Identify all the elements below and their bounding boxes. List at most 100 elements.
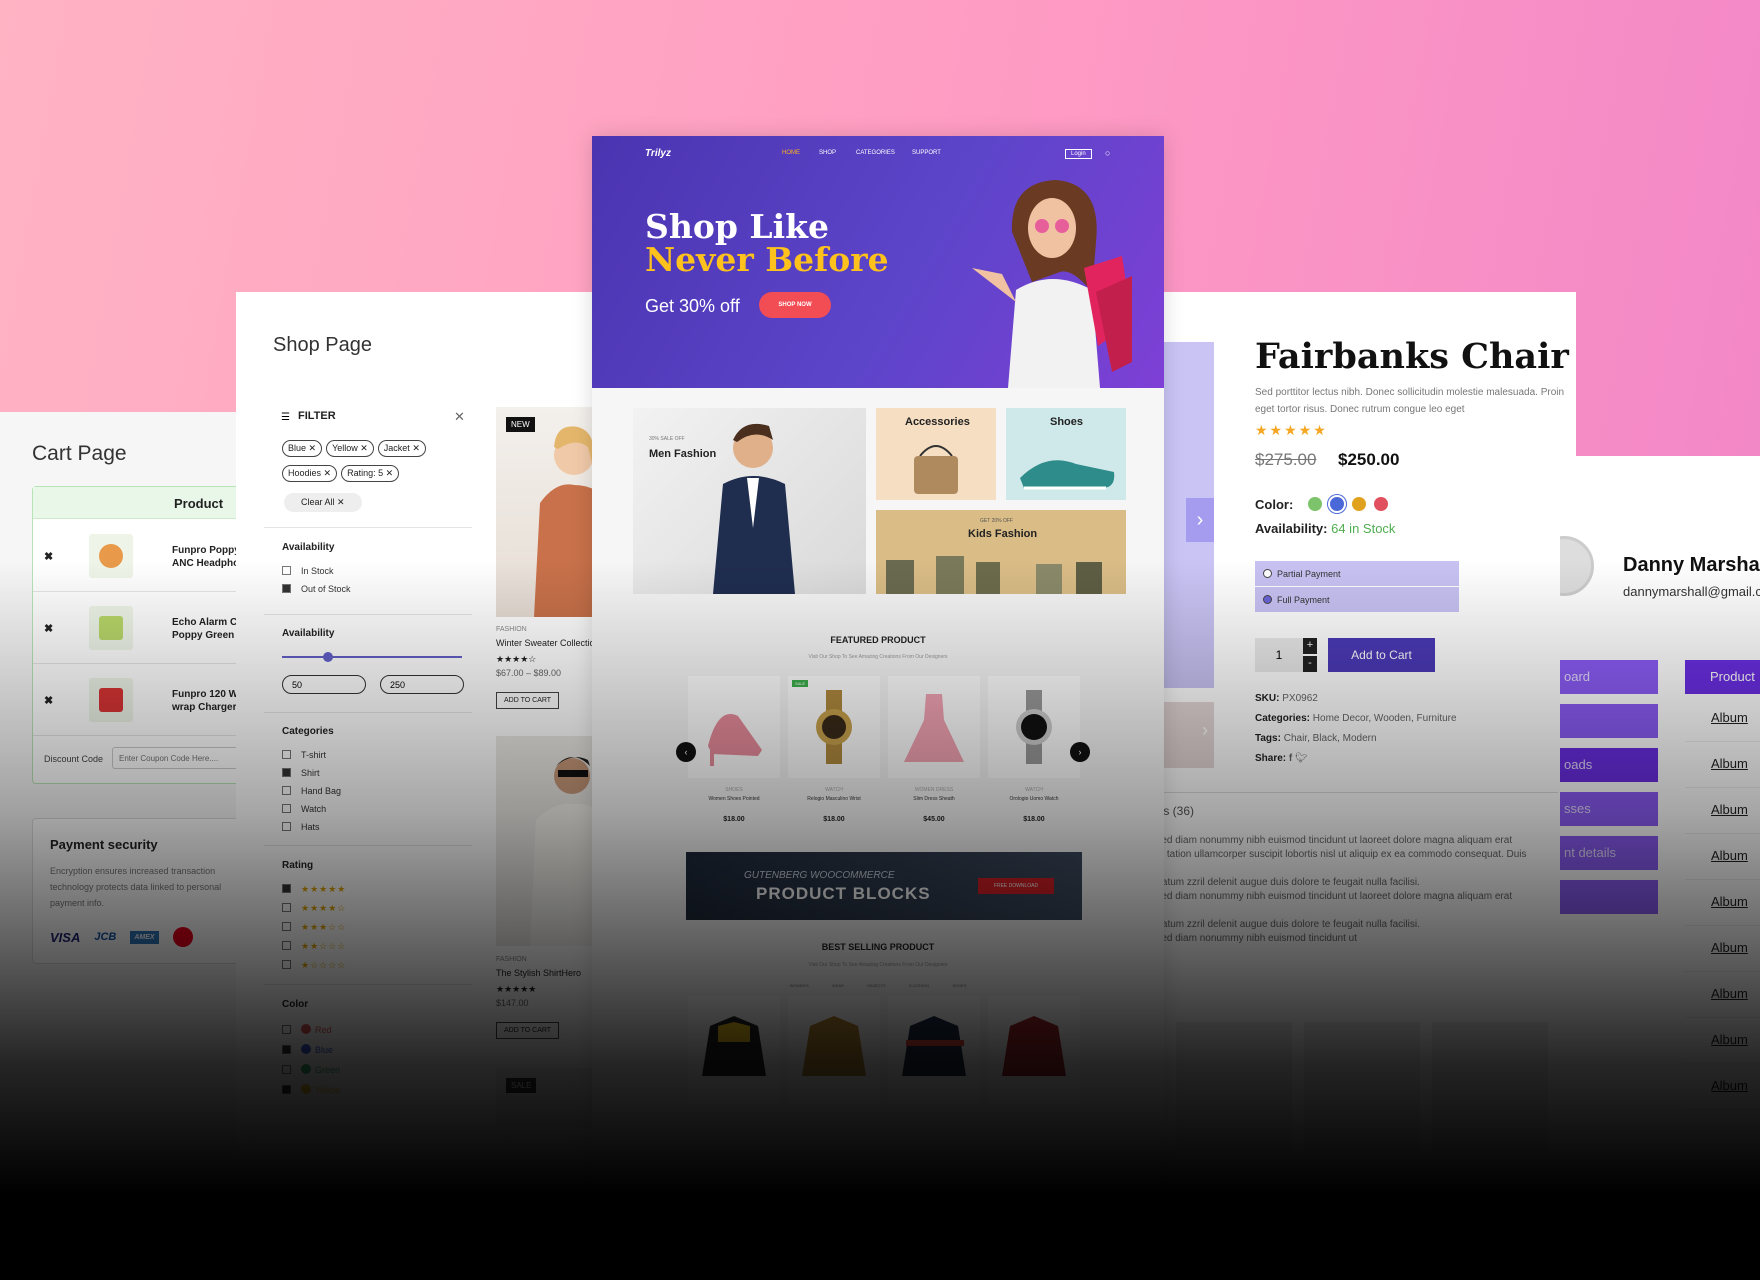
account-menu-item[interactable] (1560, 704, 1658, 738)
product-name[interactable]: Orologio Uomo Watch (988, 796, 1080, 802)
color-checkbox[interactable]: Yellow (282, 1084, 341, 1095)
related-product-plant[interactable] (1176, 1022, 1292, 1152)
album-link[interactable]: Album (1685, 880, 1760, 926)
radio[interactable] (1263, 595, 1272, 604)
twitter-icon[interactable]: 🐦︎ (1295, 753, 1308, 764)
remove-item-icon[interactable]: ✖ (44, 622, 53, 635)
best-product-card[interactable] (788, 996, 880, 1104)
checkbox[interactable] (282, 750, 291, 759)
best-product-card[interactable] (988, 996, 1080, 1104)
checkbox[interactable] (282, 1065, 291, 1074)
checkbox[interactable] (282, 1025, 291, 1034)
color-swatch-red[interactable] (1374, 497, 1388, 511)
related-product-chair[interactable] (1304, 1022, 1420, 1152)
coupon-input[interactable] (112, 747, 250, 769)
best-product-card[interactable] (688, 996, 780, 1104)
color-swatch-orange[interactable] (1352, 497, 1366, 511)
category-checkbox[interactable]: Hand Bag (282, 786, 341, 796)
availability-in-stock[interactable]: In Stock (282, 566, 334, 576)
remove-item-icon[interactable]: ✖ (44, 550, 53, 563)
checkbox[interactable] (282, 822, 291, 831)
rating-checkbox[interactable]: ★★☆☆☆ (282, 941, 346, 952)
filter-chip[interactable]: Hoodies ✕ (282, 465, 338, 482)
checkbox[interactable] (282, 1085, 291, 1094)
album-link[interactable]: Album (1685, 1018, 1760, 1064)
rating-checkbox[interactable]: ★★★★★ (282, 884, 346, 895)
gallery-next-arrow-icon[interactable]: › (1186, 498, 1214, 542)
price-slider-handle[interactable] (323, 652, 333, 662)
checkbox[interactable] (282, 584, 291, 593)
checkbox[interactable] (282, 804, 291, 813)
related-product-lamp[interactable] (1432, 1022, 1548, 1152)
filter-chip[interactable]: Blue ✕ (282, 440, 323, 457)
checkbox[interactable] (282, 903, 291, 912)
nav-home[interactable]: HOME (782, 150, 800, 156)
tags-value[interactable]: Chair, Black, Modern (1284, 733, 1377, 744)
kids-fashion-tile[interactable]: GET 20% OFF Kids Fashion (876, 510, 1126, 594)
login-button[interactable]: Login (1065, 149, 1092, 159)
add-to-cart-button[interactable]: ADD TO CART (496, 692, 560, 709)
promo-banner[interactable]: GUTENBERG WOOCOMMERCE PRODUCT BLOCKS FRE… (686, 852, 1082, 920)
price-min-input[interactable]: 50 (282, 675, 366, 694)
carousel-prev-icon[interactable]: ‹ (676, 742, 696, 762)
category-checkbox[interactable]: T-shirt (282, 750, 326, 760)
quantity-input[interactable]: 1 (1255, 638, 1303, 672)
album-link[interactable]: Album (1685, 696, 1760, 742)
checkbox[interactable] (282, 1045, 291, 1054)
album-link[interactable]: Album (1685, 1064, 1760, 1110)
album-link[interactable]: Album (1685, 834, 1760, 880)
clear-all-button[interactable]: Clear All ✕ (284, 493, 362, 512)
checkbox[interactable] (282, 768, 291, 777)
rating-checkbox[interactable]: ★★★☆☆ (282, 922, 346, 933)
category-checkbox[interactable]: Hats (282, 822, 320, 832)
add-to-cart-button[interactable]: ADD TO CART (496, 1022, 560, 1039)
category-checkbox[interactable]: Shirt (282, 768, 320, 778)
partial-payment-option[interactable]: Partial Payment (1255, 561, 1459, 586)
price-slider-track[interactable] (282, 656, 462, 658)
account-menu-item-active[interactable]: oads (1560, 748, 1658, 782)
quantity-increase-button[interactable]: + (1303, 638, 1317, 654)
rating-checkbox[interactable]: ★☆☆☆☆ (282, 960, 346, 971)
add-to-cart-button[interactable]: Add to Cart (1328, 638, 1435, 672)
remove-item-icon[interactable]: ✖ (44, 694, 53, 707)
featured-product-card[interactable] (888, 676, 980, 778)
checkbox[interactable] (282, 884, 291, 893)
product-name[interactable]: Women Shoes Pointed (688, 796, 780, 802)
album-link[interactable]: Album (1685, 742, 1760, 788)
featured-product-card[interactable] (988, 676, 1080, 778)
album-link[interactable]: Album (1685, 926, 1760, 972)
filter-chip[interactable]: Yellow ✕ (326, 440, 374, 457)
product-name[interactable]: The Stylish ShirtHero (496, 968, 581, 978)
product-name[interactable]: Slim Dress Sheath (888, 796, 980, 802)
filter-chip[interactable]: Jacket ✕ (377, 440, 426, 457)
best-selling-tabs[interactable]: WOMEN'S WEAR OBJECTS CLOTHING SHOES (592, 983, 1164, 988)
featured-product-card[interactable] (688, 676, 780, 778)
availability-out-of-stock[interactable]: Out of Stock (282, 584, 351, 594)
color-swatch-green[interactable] (1308, 497, 1322, 511)
account-menu-item[interactable]: sses (1560, 792, 1658, 826)
product-name[interactable]: Relogio Masculino Wrist (788, 796, 880, 802)
color-checkbox[interactable]: Green (282, 1064, 340, 1075)
facebook-icon[interactable]: f (1289, 753, 1292, 764)
checkbox[interactable] (282, 566, 291, 575)
product-name[interactable]: Winter Sweater Collection (496, 638, 600, 648)
thumb-next-icon[interactable]: › (1202, 720, 1208, 741)
color-swatch-blue[interactable] (1330, 497, 1344, 511)
nav-categories[interactable]: CATEGORIES (856, 150, 895, 156)
search-icon[interactable]: ○ (1105, 148, 1110, 158)
color-checkbox[interactable]: Blue (282, 1044, 333, 1055)
free-download-button[interactable]: FREE DOWNLOAD (978, 878, 1054, 894)
best-product-card[interactable] (888, 996, 980, 1104)
men-fashion-tile[interactable]: 30% SALE OFF Men Fashion (633, 408, 866, 594)
close-filter-icon[interactable]: ✕ (454, 409, 465, 425)
featured-product-card[interactable]: SALE (788, 676, 880, 778)
account-menu-item[interactable] (1560, 880, 1658, 914)
carousel-next-icon[interactable]: › (1070, 742, 1090, 762)
nav-shop[interactable]: SHOP (819, 150, 836, 156)
price-max-input[interactable]: 250 (380, 675, 464, 694)
checkbox[interactable] (282, 922, 291, 931)
category-checkbox[interactable]: Watch (282, 804, 326, 814)
shop-now-button[interactable]: SHOP NOW (759, 292, 831, 318)
rating-checkbox[interactable]: ★★★★☆ (282, 903, 346, 914)
color-checkbox[interactable]: Red (282, 1024, 332, 1035)
